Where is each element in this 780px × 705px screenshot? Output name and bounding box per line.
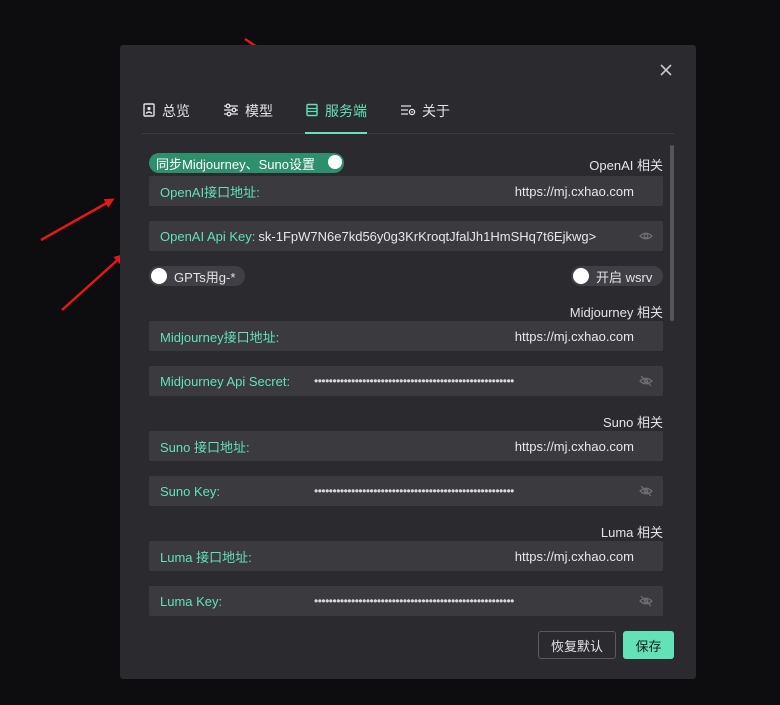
eye-off-icon[interactable] — [639, 484, 653, 498]
tab-models[interactable]: 模型 — [223, 101, 273, 133]
sync-toggle[interactable]: 同步Midjourney、Suno设置 — [149, 153, 344, 173]
openai-key-field[interactable]: OpenAI Api Key: sk-1FpW7N6e7kd56y0g3KrKr… — [149, 221, 663, 251]
tab-server[interactable]: 服务端 — [305, 101, 367, 134]
reset-defaults-button[interactable]: 恢复默认 — [538, 631, 616, 659]
server-settings-panel: 同步Midjourney、Suno设置 OpenAI 相关 OpenAI接口地址… — [149, 153, 665, 619]
scrollbar[interactable] — [670, 145, 674, 321]
midjourney-endpoint-label: Midjourney接口地址: — [160, 329, 280, 345]
arrow-to-openai-key — [61, 253, 125, 311]
sync-toggle-knob — [328, 155, 342, 169]
openai-endpoint-value[interactable]: https://mj.cxhao.com — [515, 184, 634, 199]
luma-key-label: Luma Key: — [160, 593, 223, 609]
suno-endpoint-value[interactable]: https://mj.cxhao.com — [515, 439, 634, 454]
luma-endpoint-label: Luma 接口地址: — [160, 549, 252, 565]
gpts-toggle-knob — [151, 268, 167, 284]
midjourney-section-title: Midjourney 相关 — [569, 305, 663, 320]
openai-key-label: OpenAI Api Key: — [160, 228, 256, 244]
tab-overview-label: 总览 — [162, 103, 190, 119]
wsrv-toggle[interactable]: 开启 wsrv — [571, 266, 663, 286]
luma-key-value[interactable]: ••••••••••••••••••••••••••••••••••••••••… — [314, 594, 622, 608]
openai-key-value[interactable]: sk-1FpW7N6e7kd56y0g3KrKroqtJfalJh1HmSHq7… — [255, 229, 596, 244]
eye-icon[interactable] — [639, 229, 653, 243]
luma-key-field[interactable]: Luma Key: ••••••••••••••••••••••••••••••… — [149, 586, 663, 616]
midjourney-secret-label: Midjourney Api Secret: — [160, 373, 291, 389]
tab-models-label: 模型 — [245, 103, 273, 119]
luma-endpoint-value[interactable]: https://mj.cxhao.com — [515, 549, 634, 564]
settings-modal: 总览 模型 服务端 关于 同步Midjourney、Suno设置 OpenAI … — [120, 45, 696, 679]
luma-section-title: Luma 相关 — [600, 525, 663, 540]
openai-endpoint-label: OpenAI接口地址: — [160, 184, 260, 200]
settings-tabs: 总览 模型 服务端 关于 — [142, 101, 674, 134]
midjourney-endpoint-field[interactable]: Midjourney接口地址: https://mj.cxhao.com — [149, 321, 663, 351]
suno-section-title: Suno 相关 — [603, 415, 663, 430]
midjourney-endpoint-value[interactable]: https://mj.cxhao.com — [515, 329, 634, 344]
wsrv-toggle-knob — [573, 268, 589, 284]
about-settings-icon — [401, 105, 416, 116]
wsrv-toggle-label: 开启 wsrv — [596, 269, 653, 285]
suno-endpoint-field[interactable]: Suno 接口地址: https://mj.cxhao.com — [149, 431, 663, 461]
sync-toggle-label: 同步Midjourney、Suno设置 — [156, 156, 315, 172]
eye-off-icon[interactable] — [639, 594, 653, 608]
midjourney-secret-field[interactable]: Midjourney Api Secret: •••••••••••••••••… — [149, 366, 663, 396]
sliders-icon — [224, 103, 238, 117]
openai-endpoint-field[interactable]: OpenAI接口地址: https://mj.cxhao.com — [149, 176, 663, 206]
tab-server-label: 服务端 — [325, 103, 367, 119]
gpts-toggle[interactable]: GPTs用g-* — [149, 266, 245, 286]
midjourney-secret-value[interactable]: ••••••••••••••••••••••••••••••••••••••••… — [314, 374, 622, 388]
close-icon[interactable] — [658, 62, 674, 78]
arrow-to-openai-endpoint — [40, 198, 115, 242]
openai-section-title: OpenAI 相关 — [589, 158, 663, 173]
server-icon — [306, 103, 318, 117]
tab-about-label: 关于 — [422, 103, 450, 119]
tab-overview[interactable]: 总览 — [142, 101, 190, 133]
tab-about[interactable]: 关于 — [400, 101, 450, 133]
suno-key-value[interactable]: ••••••••••••••••••••••••••••••••••••••••… — [314, 484, 622, 498]
gpts-toggle-label: GPTs用g-* — [174, 269, 236, 285]
overview-icon — [143, 103, 155, 117]
luma-endpoint-field[interactable]: Luma 接口地址: https://mj.cxhao.com — [149, 541, 663, 571]
save-button[interactable]: 保存 — [623, 631, 674, 659]
suno-endpoint-label: Suno 接口地址: — [160, 439, 250, 455]
eye-off-icon[interactable] — [639, 374, 653, 388]
suno-key-field[interactable]: Suno Key: ••••••••••••••••••••••••••••••… — [149, 476, 663, 506]
suno-key-label: Suno Key: — [160, 483, 220, 499]
